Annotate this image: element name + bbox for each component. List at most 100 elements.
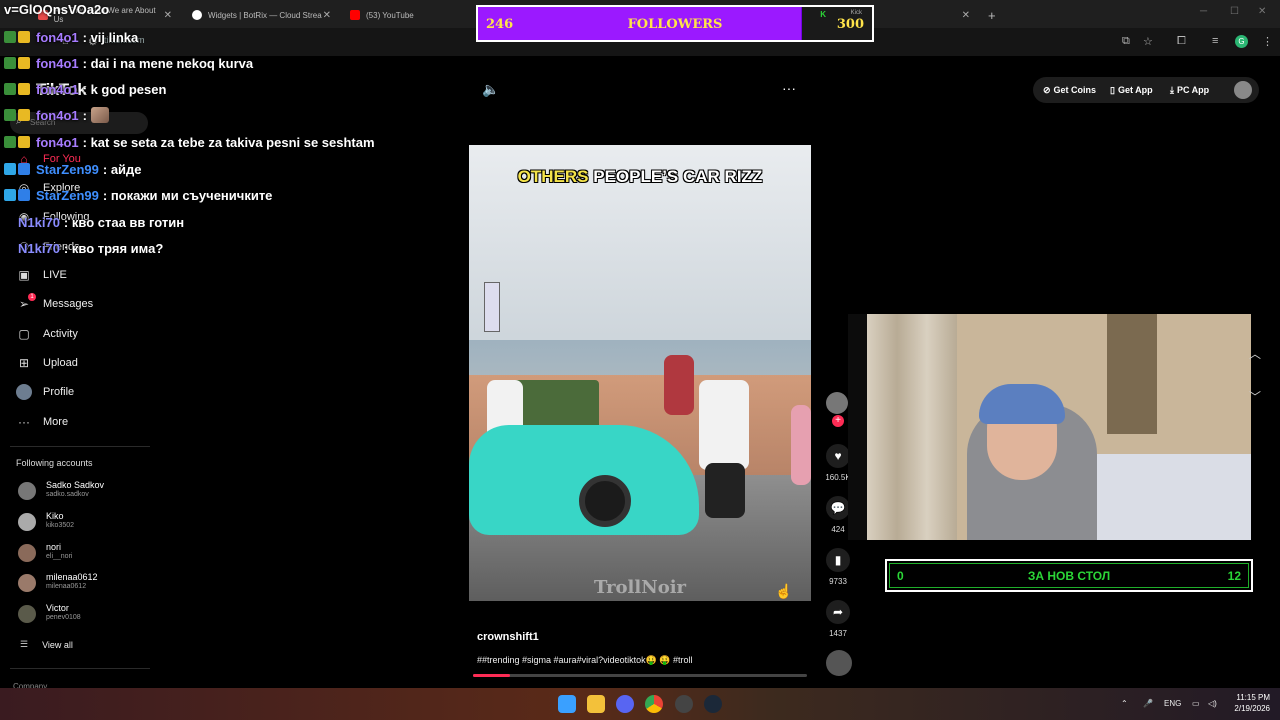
tray-chevron-icon[interactable]: ⌃ (1121, 699, 1128, 708)
windows-start-icon[interactable] (558, 695, 576, 713)
system-clock[interactable]: 11:15 PM 2/19/2026 (1222, 692, 1270, 714)
video-person (664, 355, 694, 415)
nav-activity[interactable]: ▢ Activity (16, 325, 78, 343)
browser-tab-2[interactable]: Widgets | BotRix — Cloud Strea ✕ (184, 4, 339, 26)
account-item[interactable]: Victor penev0108 (18, 603, 158, 627)
account-handle: sadko.sadkov (46, 491, 89, 498)
view-all-link[interactable]: ☰ View all (20, 639, 73, 650)
reading-list-icon[interactable]: ≡ (1212, 35, 1218, 47)
follow-plus-icon[interactable]: + (832, 415, 844, 427)
screen: Are They Glad We are About Us ✕ Widgets … (0, 0, 1280, 720)
share-button[interactable]: ➦ 1437 (825, 600, 851, 638)
chevron-up-icon[interactable]: ︿ (1249, 345, 1261, 362)
avatar (18, 513, 36, 531)
account-item[interactable]: Kiko kiko3502 (18, 511, 158, 535)
crown-badge-icon (18, 57, 30, 69)
minimize-icon[interactable]: ─ (1200, 6, 1207, 17)
share-icon: ➦ (826, 600, 850, 624)
chat-badge-icon (18, 189, 30, 201)
install-icon[interactable]: ⧉ (1122, 35, 1130, 48)
chat-username: N1ki70 (18, 214, 60, 230)
chat-username: fon4o1 (36, 55, 79, 71)
account-item[interactable]: Sadko Sadkov sadko.sadkov (18, 480, 158, 504)
chat-text: : кво стаа вв готин (63, 214, 185, 230)
account-item[interactable]: milenaa0612 milenaa0612 (18, 572, 158, 596)
obs-icon[interactable] (675, 695, 693, 713)
video-watermark: TrollNoir (593, 577, 687, 598)
stream-title: v=GlOQnsVOa2o (4, 2, 110, 17)
chrome-icon[interactable] (645, 695, 663, 713)
close-tab-icon[interactable]: ✕ (962, 10, 970, 21)
account-item[interactable]: nori eli__nori (18, 542, 158, 566)
account-name: milenaa0612 (46, 572, 98, 582)
new-tab-button[interactable]: + (980, 4, 1000, 26)
browser-menu-icon[interactable]: ⋮ (1262, 35, 1273, 48)
music-disc-icon[interactable] (826, 650, 852, 676)
chat-username: StarZen99 (36, 161, 99, 177)
chevron-down-icon[interactable]: ﹀ (1249, 388, 1261, 405)
nav-label: Upload (43, 357, 78, 369)
kick-icon: K (820, 10, 826, 19)
video-progress-bar[interactable] (473, 674, 807, 677)
chat-message: N1ki70: кво стаа вв готин (4, 212, 184, 232)
steam-icon[interactable] (704, 695, 722, 713)
view-all-label: View all (42, 639, 73, 650)
chat-badge-icon (4, 57, 16, 69)
get-app-label: Get App (1117, 85, 1153, 95)
microphone-icon[interactable]: 🎤 (1143, 699, 1153, 708)
webcam-curtain (867, 314, 957, 540)
video-progress-fill (473, 674, 510, 677)
nav-live[interactable]: ▣ LIVE (16, 266, 67, 284)
discord-icon[interactable] (616, 695, 634, 713)
nav-profile[interactable]: Profile (16, 383, 74, 401)
chat-message: fon4o1: vij linka (4, 27, 138, 47)
creator-avatar[interactable] (826, 392, 848, 414)
bookmark-star-icon[interactable]: ☆ (1143, 35, 1153, 48)
get-coins-label: Get Coins (1053, 85, 1097, 95)
get-coins-button[interactable]: ⊘ Get Coins (1043, 77, 1096, 103)
video-author[interactable]: crownshift1 (477, 631, 539, 643)
chat-badge-icon (4, 31, 16, 43)
chat-text: : кво тряя има? (63, 240, 164, 256)
close-tab-icon[interactable]: ✕ (164, 10, 172, 21)
nav-label: LIVE (43, 269, 67, 281)
pc-app-button[interactable]: ⤓ PC App (1170, 77, 1209, 103)
network-icon[interactable]: ▭ (1192, 699, 1200, 708)
clock-time: 11:15 PM (1236, 693, 1270, 702)
volume-tray-icon[interactable]: ◁) (1208, 699, 1217, 708)
nav-more[interactable]: ··· More (16, 413, 68, 431)
file-explorer-icon[interactable] (587, 695, 605, 713)
webcam-feed (867, 314, 1251, 540)
close-tab-icon[interactable]: ✕ (323, 10, 331, 21)
followers-widget: 246 FOLLOWERS Kick K 300 (476, 5, 874, 42)
video-player[interactable]: OTHERS PEOPLE’S CAR RIZZ TrollNoir (469, 145, 811, 601)
parking-sign (484, 282, 500, 332)
chat-message: StarZen99: айде (4, 159, 142, 179)
nav-upload[interactable]: ⊞ Upload (16, 354, 78, 372)
close-window-icon[interactable]: ✕ (1258, 6, 1266, 17)
user-avatar[interactable] (1234, 81, 1252, 99)
save-button[interactable]: ▮ 9733 (825, 548, 851, 586)
chat-text: : покажи ми съученичките (102, 187, 273, 203)
nav-messages[interactable]: ➢ 1 Messages (16, 293, 93, 313)
video-hashtags[interactable]: ##trending #sigma #aura#viral?videotikto… (477, 655, 693, 666)
webcam-shelf (1107, 314, 1157, 434)
get-app-button[interactable]: ▯ Get App (1110, 77, 1153, 103)
volume-icon[interactable]: 🔈 (482, 81, 499, 98)
avatar (18, 574, 36, 592)
avatar (18, 605, 36, 623)
sidebar-divider (10, 446, 150, 447)
upload-icon: ⊞ (18, 356, 30, 370)
extensions-icon[interactable]: ⧠ (1177, 35, 1186, 48)
profile-avatar-icon[interactable]: G (1235, 35, 1248, 48)
language-indicator[interactable]: ENG (1164, 699, 1181, 708)
chat-emote-icon (90, 107, 109, 123)
account-handle: eli__nori (46, 553, 73, 560)
chat-username: N1ki70 (18, 240, 60, 256)
browser-tab-3[interactable]: (53) YouTube (342, 4, 472, 26)
save-count: 9733 (829, 577, 847, 586)
maximize-icon[interactable]: ☐ (1230, 6, 1239, 17)
messages-badge: 1 (28, 293, 36, 301)
more-options-icon[interactable]: ··· (782, 80, 796, 96)
account-name: nori (46, 542, 62, 552)
